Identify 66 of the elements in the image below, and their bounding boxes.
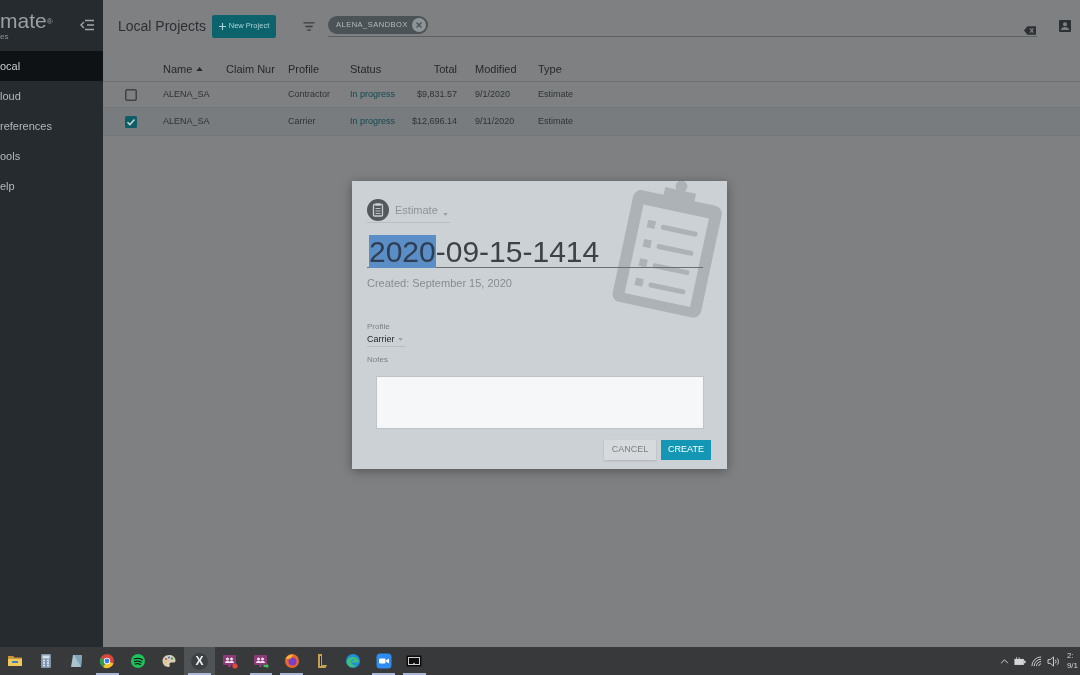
table-cell-text: Contractor (288, 87, 331, 101)
page-title: Local Projects (118, 16, 207, 36)
text-selection: 2020 (369, 235, 436, 268)
column-header[interactable]: Claim Nur (226, 60, 275, 78)
checkbox[interactable] (125, 88, 137, 101)
sidebar-item[interactable]: references (0, 111, 103, 141)
volume-icon[interactable] (1046, 655, 1060, 667)
cancel-button[interactable]: CANCEL (604, 440, 656, 460)
profile-dropdown[interactable]: Carrier (367, 333, 405, 347)
sidebar-item[interactable]: ocal (0, 51, 103, 81)
chevron-up-icon[interactable] (999, 658, 1009, 664)
table-cell-text: 9/11/2020 (475, 114, 515, 128)
chip-close-icon[interactable] (411, 17, 426, 32)
created-date: Created: September 15, 2020 (367, 276, 512, 290)
caret-icon (443, 213, 448, 216)
meeting-app-icon (252, 653, 269, 669)
clipboard-icon (367, 199, 389, 221)
field-label: Profile (367, 322, 390, 331)
app-logo-icon: X (190, 652, 208, 670)
sidebar-item[interactable]: loud (0, 81, 103, 111)
screen-icon (406, 653, 423, 669)
table-cell-text: Carrier (288, 114, 316, 128)
collapse-menu-icon[interactable] (80, 19, 94, 31)
video-camera-icon (375, 653, 392, 669)
palette-icon (160, 653, 177, 669)
browser-icon (344, 653, 361, 669)
plus-icon (218, 22, 226, 30)
checkbox[interactable] (125, 115, 137, 128)
column-header[interactable]: Type (538, 60, 562, 78)
field-label: Notes (367, 355, 388, 364)
column-header[interactable]: Name (163, 60, 193, 78)
filter-icon[interactable] (302, 20, 316, 32)
account-icon[interactable] (1059, 20, 1071, 32)
caret-icon (397, 338, 403, 341)
music-app-icon (130, 653, 147, 669)
meeting-app-icon (222, 653, 239, 669)
battery-icon[interactable] (1013, 656, 1026, 666)
table-cell-text: ALENA_SA (163, 114, 210, 128)
browser-icon (283, 653, 300, 669)
folder-icon (7, 653, 24, 669)
table-cell-text: 9/1/2020 (475, 87, 511, 101)
table-cell-text: ALENA_SA (163, 87, 210, 101)
column-header[interactable]: Total (433, 60, 457, 78)
table-cell-text: In progress (350, 114, 396, 128)
clear-search-icon[interactable] (1024, 25, 1036, 35)
notes-field[interactable] (376, 376, 704, 429)
table-cell-text: $9,831.57 (416, 87, 457, 101)
column-header[interactable]: Status (350, 60, 382, 78)
sidebar-item[interactable]: ools (0, 141, 103, 171)
column-header[interactable]: Modified (475, 60, 517, 78)
logo-subtitle: es (0, 32, 9, 42)
notepad-icon (68, 653, 85, 669)
table-cell-text: In progress (350, 87, 396, 101)
name-field[interactable]: 2020-09-15-1414 (367, 235, 703, 268)
clock-date[interactable]: 9/1 (1066, 661, 1078, 671)
wifi-icon[interactable] (1030, 655, 1042, 667)
column-header[interactable]: Profile (288, 60, 320, 78)
taskbar-app-button[interactable]: X (184, 647, 215, 675)
table-cell-text: Estimate (538, 87, 573, 101)
clock-time[interactable]: 2: (1066, 651, 1074, 661)
create-button[interactable]: CREATE (661, 440, 711, 460)
sidebar-item[interactable]: elp (0, 171, 103, 201)
table-cell-text: $12,696.14 (411, 114, 457, 128)
logo-text: mate$^{®}$ (0, 10, 53, 32)
browser-icon (99, 653, 116, 669)
table-cell-text: Estimate (538, 114, 573, 128)
